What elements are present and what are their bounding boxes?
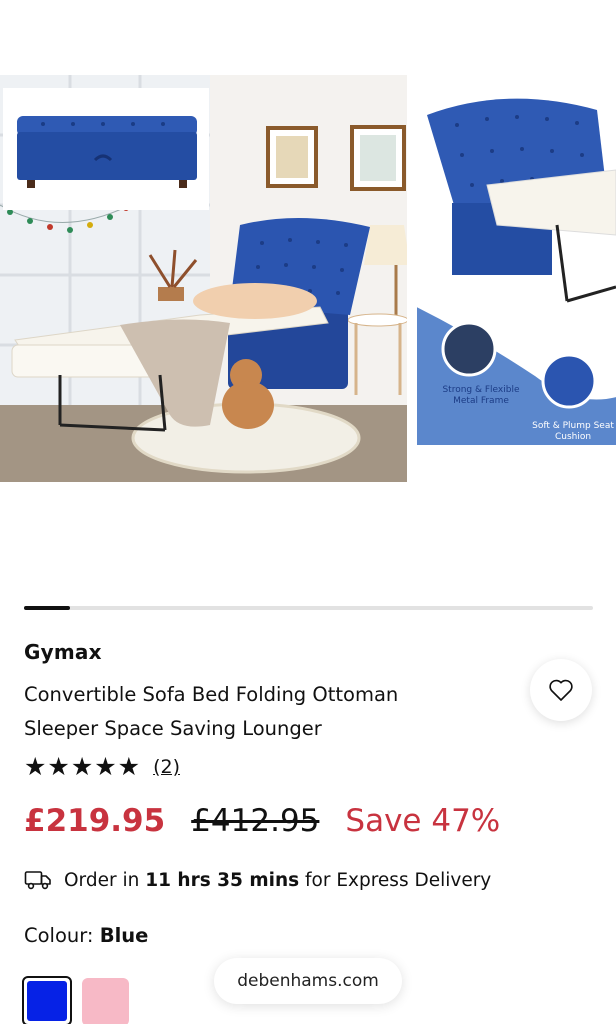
delivery-suffix: for Express Delivery (305, 869, 492, 891)
heart-icon (549, 679, 573, 701)
brand-name[interactable]: Gymax (24, 640, 102, 664)
delivery-message: Order in 11 hrs 35 mins for Express Deli… (24, 869, 491, 891)
product-image-gallery[interactable]: Strong & Flexible Metal Frame Soft & Plu… (0, 75, 616, 482)
original-price: £412.95 (191, 803, 320, 839)
swatch-blue-fill (27, 981, 67, 1021)
delivery-countdown: 11 hrs 35 mins (145, 869, 300, 891)
product-title: Convertible Sofa Bed Folding Ottoman Sle… (24, 678, 504, 746)
saving-label: Save 47% (345, 803, 501, 839)
swatch-blue[interactable] (22, 976, 72, 1024)
feature-label-frame: Strong & Flexible Metal Frame (442, 385, 520, 406)
wishlist-button[interactable] (530, 659, 592, 721)
colour-selector-label: Colour: Blue (24, 924, 148, 947)
feature-label-cushion: Soft & Plump Seat Cushion (532, 421, 614, 442)
colour-label: Colour: (24, 924, 94, 947)
gallery-progress-fill (24, 606, 70, 610)
browser-url-pill[interactable]: debenhams.com (214, 958, 402, 1004)
ottoman-closed-inset (3, 88, 209, 210)
delivery-prefix: Order in (64, 869, 140, 891)
product-title-line1: Convertible Sofa Bed Folding Ottoman (24, 683, 399, 706)
colour-swatches (22, 976, 129, 1024)
star-rating-icon: ★★★★★ (24, 752, 142, 781)
current-price: £219.95 (24, 803, 166, 839)
colour-value: Blue (99, 924, 149, 947)
product-title-line2: Sleeper Space Saving Lounger (24, 717, 322, 740)
swatch-pink[interactable] (82, 978, 129, 1024)
product-image-features[interactable]: Strong & Flexible Metal Frame Soft & Plu… (417, 75, 616, 482)
rating-summary[interactable]: ★★★★★ (2) (24, 754, 180, 780)
price-block: £219.95 £412.95 Save 47% (24, 803, 500, 839)
review-count-link[interactable]: (2) (153, 756, 180, 778)
gallery-progress-bar (24, 606, 593, 610)
delivery-van-icon (24, 871, 51, 890)
product-image-room-scene[interactable] (0, 75, 407, 482)
